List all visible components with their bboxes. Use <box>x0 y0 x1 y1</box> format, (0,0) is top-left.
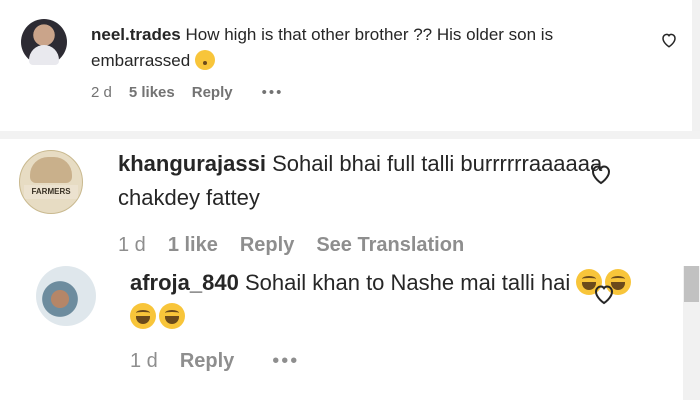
comment-text: Sohail khan to Nashe mai talli hai <box>244 270 571 295</box>
comment-meta: 2 d 5 likes Reply ••• <box>91 84 283 101</box>
comment-neel-trades: neel.trades How high is that other broth… <box>0 0 700 132</box>
see-translation-button[interactable]: See Translation <box>316 234 464 257</box>
avatar[interactable] <box>36 266 96 326</box>
reply-button[interactable]: Reply <box>192 84 233 101</box>
comment-time: 1 d <box>130 350 158 372</box>
comment-body: neel.trades How high is that other broth… <box>91 22 631 74</box>
heart-outline-icon[interactable] <box>660 31 678 49</box>
more-options-icon[interactable]: ••• <box>262 84 284 101</box>
scrollbar[interactable] <box>683 266 700 400</box>
heart-outline-icon[interactable] <box>589 162 613 186</box>
avatar[interactable]: FARMERS <box>19 150 83 214</box>
scrollbar[interactable] <box>692 0 700 131</box>
comment-body: afroja_840 Sohail khan to Nashe mai tall… <box>130 266 650 334</box>
reply-button[interactable]: Reply <box>240 234 294 257</box>
comment-body: khangurajassi Sohail bhai full talli bur… <box>118 147 618 215</box>
comment-username[interactable]: afroja_840 <box>130 270 239 295</box>
reply-button[interactable]: Reply <box>180 350 234 373</box>
comment-meta: 1 d 1 like Reply See Translation <box>118 234 464 257</box>
avatar[interactable] <box>21 19 67 65</box>
avatar-image <box>30 157 72 183</box>
heart-outline-icon[interactable] <box>592 282 616 306</box>
comment-username[interactable]: neel.trades <box>91 25 181 44</box>
scrollbar-thumb[interactable] <box>684 266 699 302</box>
comment-time: 1 d <box>118 234 146 256</box>
divider <box>0 131 700 139</box>
likes-count[interactable]: 5 likes <box>129 84 175 101</box>
likes-count[interactable]: 1 like <box>168 234 218 257</box>
tears-of-joy-emoji <box>159 303 185 329</box>
comment-time: 2 d <box>91 84 112 101</box>
comment-username[interactable]: khangurajassi <box>118 151 266 176</box>
tears-of-joy-emoji <box>130 303 156 329</box>
comment-meta: 1 d Reply ••• <box>130 350 299 373</box>
more-options-icon[interactable]: ••• <box>272 350 299 373</box>
flushed-face-emoji <box>194 50 215 70</box>
avatar-text: FARMERS <box>24 185 78 199</box>
